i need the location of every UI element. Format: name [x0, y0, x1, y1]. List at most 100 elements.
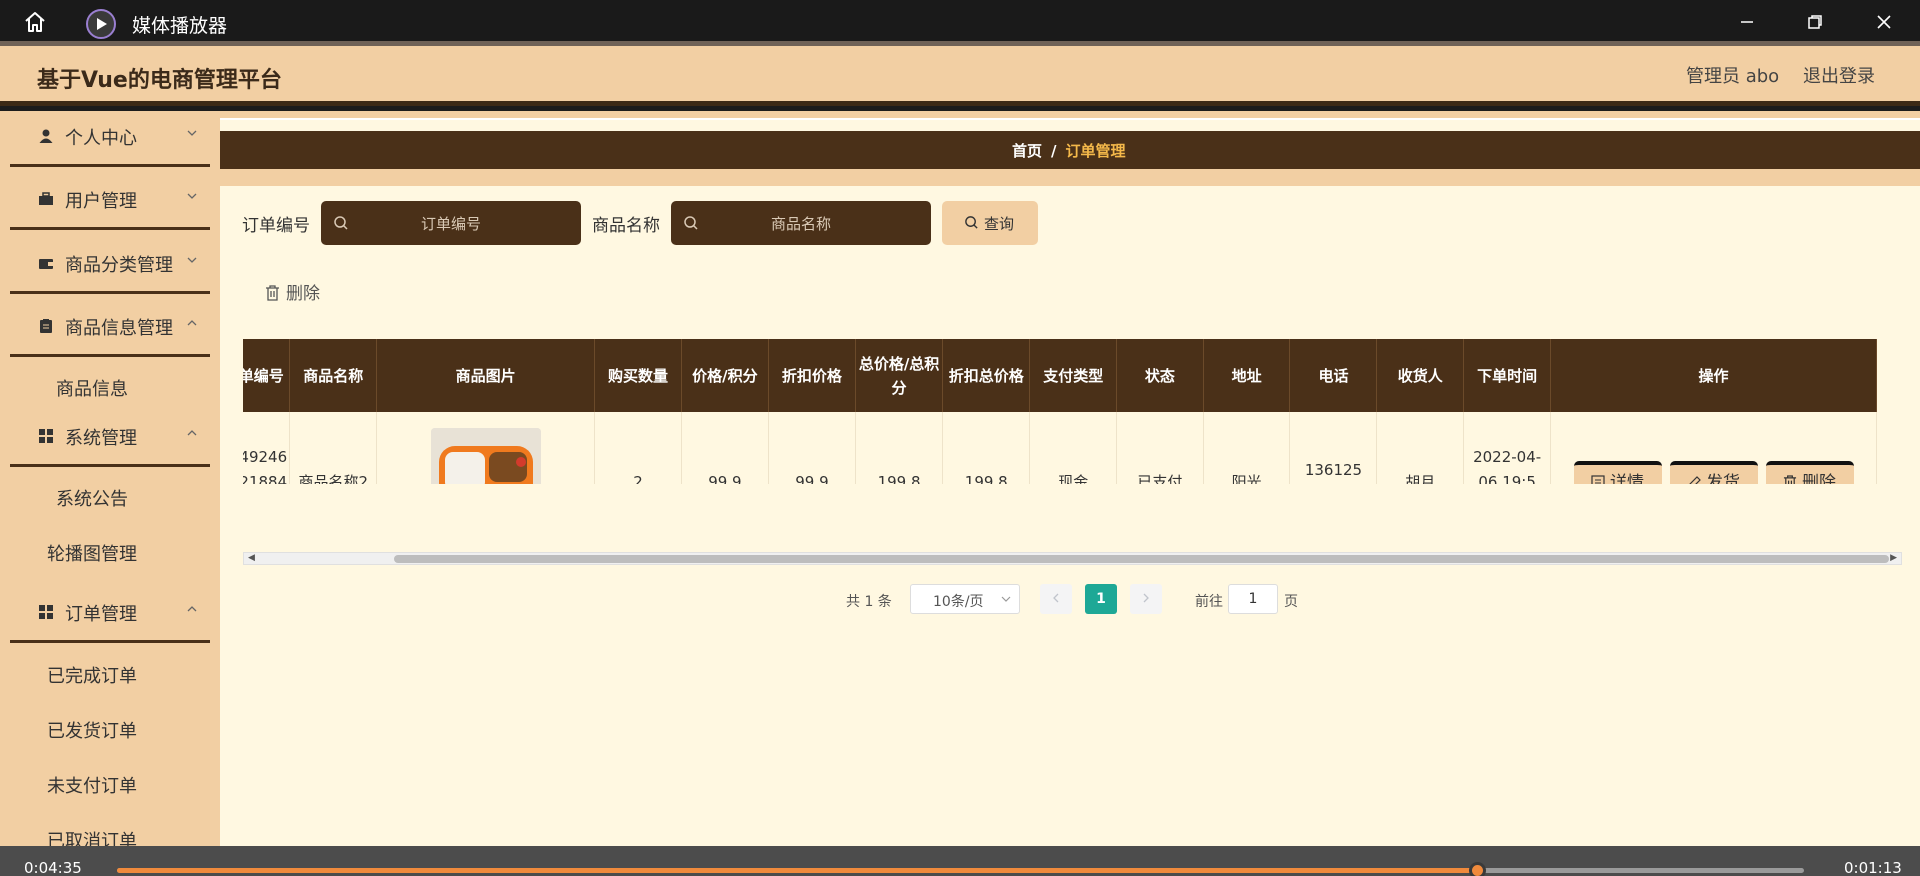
- table-horizontal-scrollbar[interactable]: ◀ ▶: [243, 552, 1902, 565]
- chevron-up-icon: [187, 606, 197, 612]
- briefcase-icon: [39, 192, 53, 205]
- scroll-right-icon[interactable]: ▶: [1890, 553, 1897, 563]
- sidebar-item-personal-center[interactable]: 个人中心: [10, 111, 210, 167]
- sub-band: [220, 169, 1920, 186]
- goto-page-input[interactable]: 1: [1228, 584, 1278, 614]
- sidebar-subitem-completed-orders[interactable]: 已完成订单: [0, 648, 220, 698]
- order-no-label: 订单编号: [242, 216, 310, 236]
- top-strip: [220, 111, 1920, 120]
- breadcrumb-current: 订单管理: [1065, 142, 1126, 160]
- sidebar-subitem-label: 已发货订单: [47, 721, 137, 742]
- cell-order-time: 2022-04-06 19:59:21: [1463, 412, 1552, 484]
- table-row: 16492461121884423 商品名称2: [243, 412, 1877, 484]
- header-phone[interactable]: 电话: [1289, 339, 1378, 412]
- minimize-icon[interactable]: [1733, 8, 1761, 36]
- delete-button[interactable]: 删除: [1765, 460, 1854, 484]
- table-header-row: 订单编号 商品名称 商品图片 购买数量 价格/积分 折扣价格 总价格/总积分 折…: [243, 339, 1877, 412]
- header-order-no[interactable]: 订单编号: [243, 339, 291, 412]
- person-icon: [39, 129, 53, 143]
- sidebar-item-order-management[interactable]: 订单管理: [10, 587, 210, 643]
- page-button-current[interactable]: 1: [1085, 584, 1117, 614]
- header-discount-total[interactable]: 折扣总价格: [942, 339, 1031, 412]
- prev-page-button[interactable]: [1040, 584, 1072, 614]
- header-product-name[interactable]: 商品名称: [289, 339, 378, 412]
- product-name-placeholder: 商品名称: [770, 215, 831, 233]
- sidebar-subitem-system-notice[interactable]: 系统公告: [0, 471, 220, 521]
- sidebar-item-user-management[interactable]: 用户管理: [10, 174, 210, 230]
- page-size-select[interactable]: 10条/页: [910, 584, 1020, 614]
- order-no-input[interactable]: 订单编号: [321, 201, 581, 245]
- sidebar-item-label: 用户管理: [65, 191, 137, 212]
- header-pay-type[interactable]: 支付类型: [1029, 339, 1118, 412]
- detail-button[interactable]: 详情: [1573, 460, 1662, 484]
- sidebar-item-label: 订单管理: [65, 604, 137, 625]
- cell-order-no: 16492461121884423: [243, 412, 291, 484]
- scroll-left-icon[interactable]: ◀: [248, 553, 255, 563]
- scrollbar-thumb[interactable]: [394, 555, 1889, 563]
- breadcrumb: 首页 / 订单管理: [1012, 140, 1126, 161]
- header-address[interactable]: 地址: [1203, 339, 1291, 412]
- sidebar-item-label: 个人中心: [65, 128, 137, 149]
- cell-discount-total: 199.8: [942, 412, 1031, 484]
- chevron-right-icon: [1143, 593, 1149, 603]
- header-receiver[interactable]: 收货人: [1376, 339, 1465, 412]
- header-quantity[interactable]: 购买数量: [594, 339, 682, 412]
- query-button[interactable]: 查询: [942, 201, 1038, 245]
- breadcrumb-home[interactable]: 首页: [1012, 142, 1042, 160]
- cell-pay-type: 现金: [1029, 412, 1118, 484]
- sidebar-item-system-management[interactable]: 系统管理: [10, 411, 210, 467]
- goto-label: 前往: [1195, 594, 1223, 610]
- chevron-down-icon: [187, 130, 197, 136]
- seek-bar-fill: [117, 868, 1477, 873]
- player-title: 媒体播放器: [132, 15, 228, 37]
- sidebar-subitem-shipped-orders[interactable]: 已发货订单: [0, 703, 220, 753]
- seek-bar[interactable]: [117, 862, 1804, 876]
- batch-delete-button[interactable]: 删除: [265, 279, 320, 304]
- detail-button-label: 详情: [1610, 472, 1645, 484]
- batch-delete-label: 删除: [286, 284, 320, 304]
- seek-bar-handle[interactable]: [1468, 862, 1486, 876]
- home-icon[interactable]: [22, 9, 48, 35]
- order-no-placeholder: 订单编号: [420, 215, 481, 233]
- sidebar-item-category-management[interactable]: 商品分类管理: [10, 238, 210, 294]
- sidebar-subitem-label: 系统公告: [56, 489, 128, 510]
- sidebar-subitem-product-info[interactable]: 商品信息: [0, 361, 220, 411]
- sidebar-item-product-info-management[interactable]: 商品信息管理: [10, 301, 210, 357]
- ship-button[interactable]: 发货: [1669, 460, 1758, 484]
- orders-table: 订单编号 商品名称 商品图片 购买数量 价格/积分 折扣价格 总价格/总积分 折…: [243, 339, 1902, 484]
- header-status[interactable]: 状态: [1116, 339, 1204, 412]
- edit-icon: [1689, 475, 1701, 484]
- media-player-titlebar: 媒体播放器: [0, 0, 1920, 48]
- header-price[interactable]: 价格/积分: [681, 339, 769, 412]
- delete-button-label: 删除: [1802, 472, 1837, 484]
- header-discount-price[interactable]: 折扣价格: [768, 339, 856, 412]
- header-product-image[interactable]: 商品图片: [376, 339, 596, 412]
- sidebar-subitem-cancelled-orders[interactable]: 已取消订单: [0, 813, 220, 846]
- trash-icon: [266, 285, 279, 301]
- next-page-button[interactable]: [1130, 584, 1162, 614]
- page-unit-label: 页: [1284, 594, 1298, 610]
- sidebar-subitem-carousel[interactable]: 轮播图管理: [0, 526, 220, 576]
- sidebar-subitem-label: 未支付订单: [47, 776, 137, 797]
- restore-icon[interactable]: [1801, 8, 1829, 36]
- sidebar-subitem-label: 商品信息: [56, 379, 128, 400]
- breadcrumb-bar: 首页 / 订单管理: [220, 131, 1920, 169]
- header-total-price[interactable]: 总价格/总积分: [855, 339, 944, 412]
- chevron-up-icon: [187, 430, 197, 436]
- product-name-input[interactable]: 商品名称: [671, 201, 931, 245]
- food-image: [430, 427, 541, 484]
- sidebar: 个人中心 用户管理 商品分类管理 商品信息管理 商品信息 系统管理 系统公告 轮…: [0, 111, 220, 846]
- chevron-down-icon: [187, 257, 197, 263]
- close-icon[interactable]: [1870, 8, 1898, 36]
- header-order-time[interactable]: 下单时间: [1463, 339, 1552, 412]
- chevron-left-icon: [1053, 593, 1059, 603]
- sidebar-item-label: 商品分类管理: [65, 255, 173, 276]
- cell-product-name: 商品名称2: [289, 412, 378, 484]
- product-image[interactable]: [430, 427, 541, 484]
- page-size-value: 10条/页: [933, 594, 984, 610]
- logout-link[interactable]: 退出登录: [1803, 62, 1875, 88]
- search-icon: [965, 216, 978, 229]
- cell-quantity: 2: [594, 412, 682, 484]
- chevron-up-icon: [187, 320, 197, 326]
- sidebar-subitem-unpaid-orders[interactable]: 未支付订单: [0, 758, 220, 808]
